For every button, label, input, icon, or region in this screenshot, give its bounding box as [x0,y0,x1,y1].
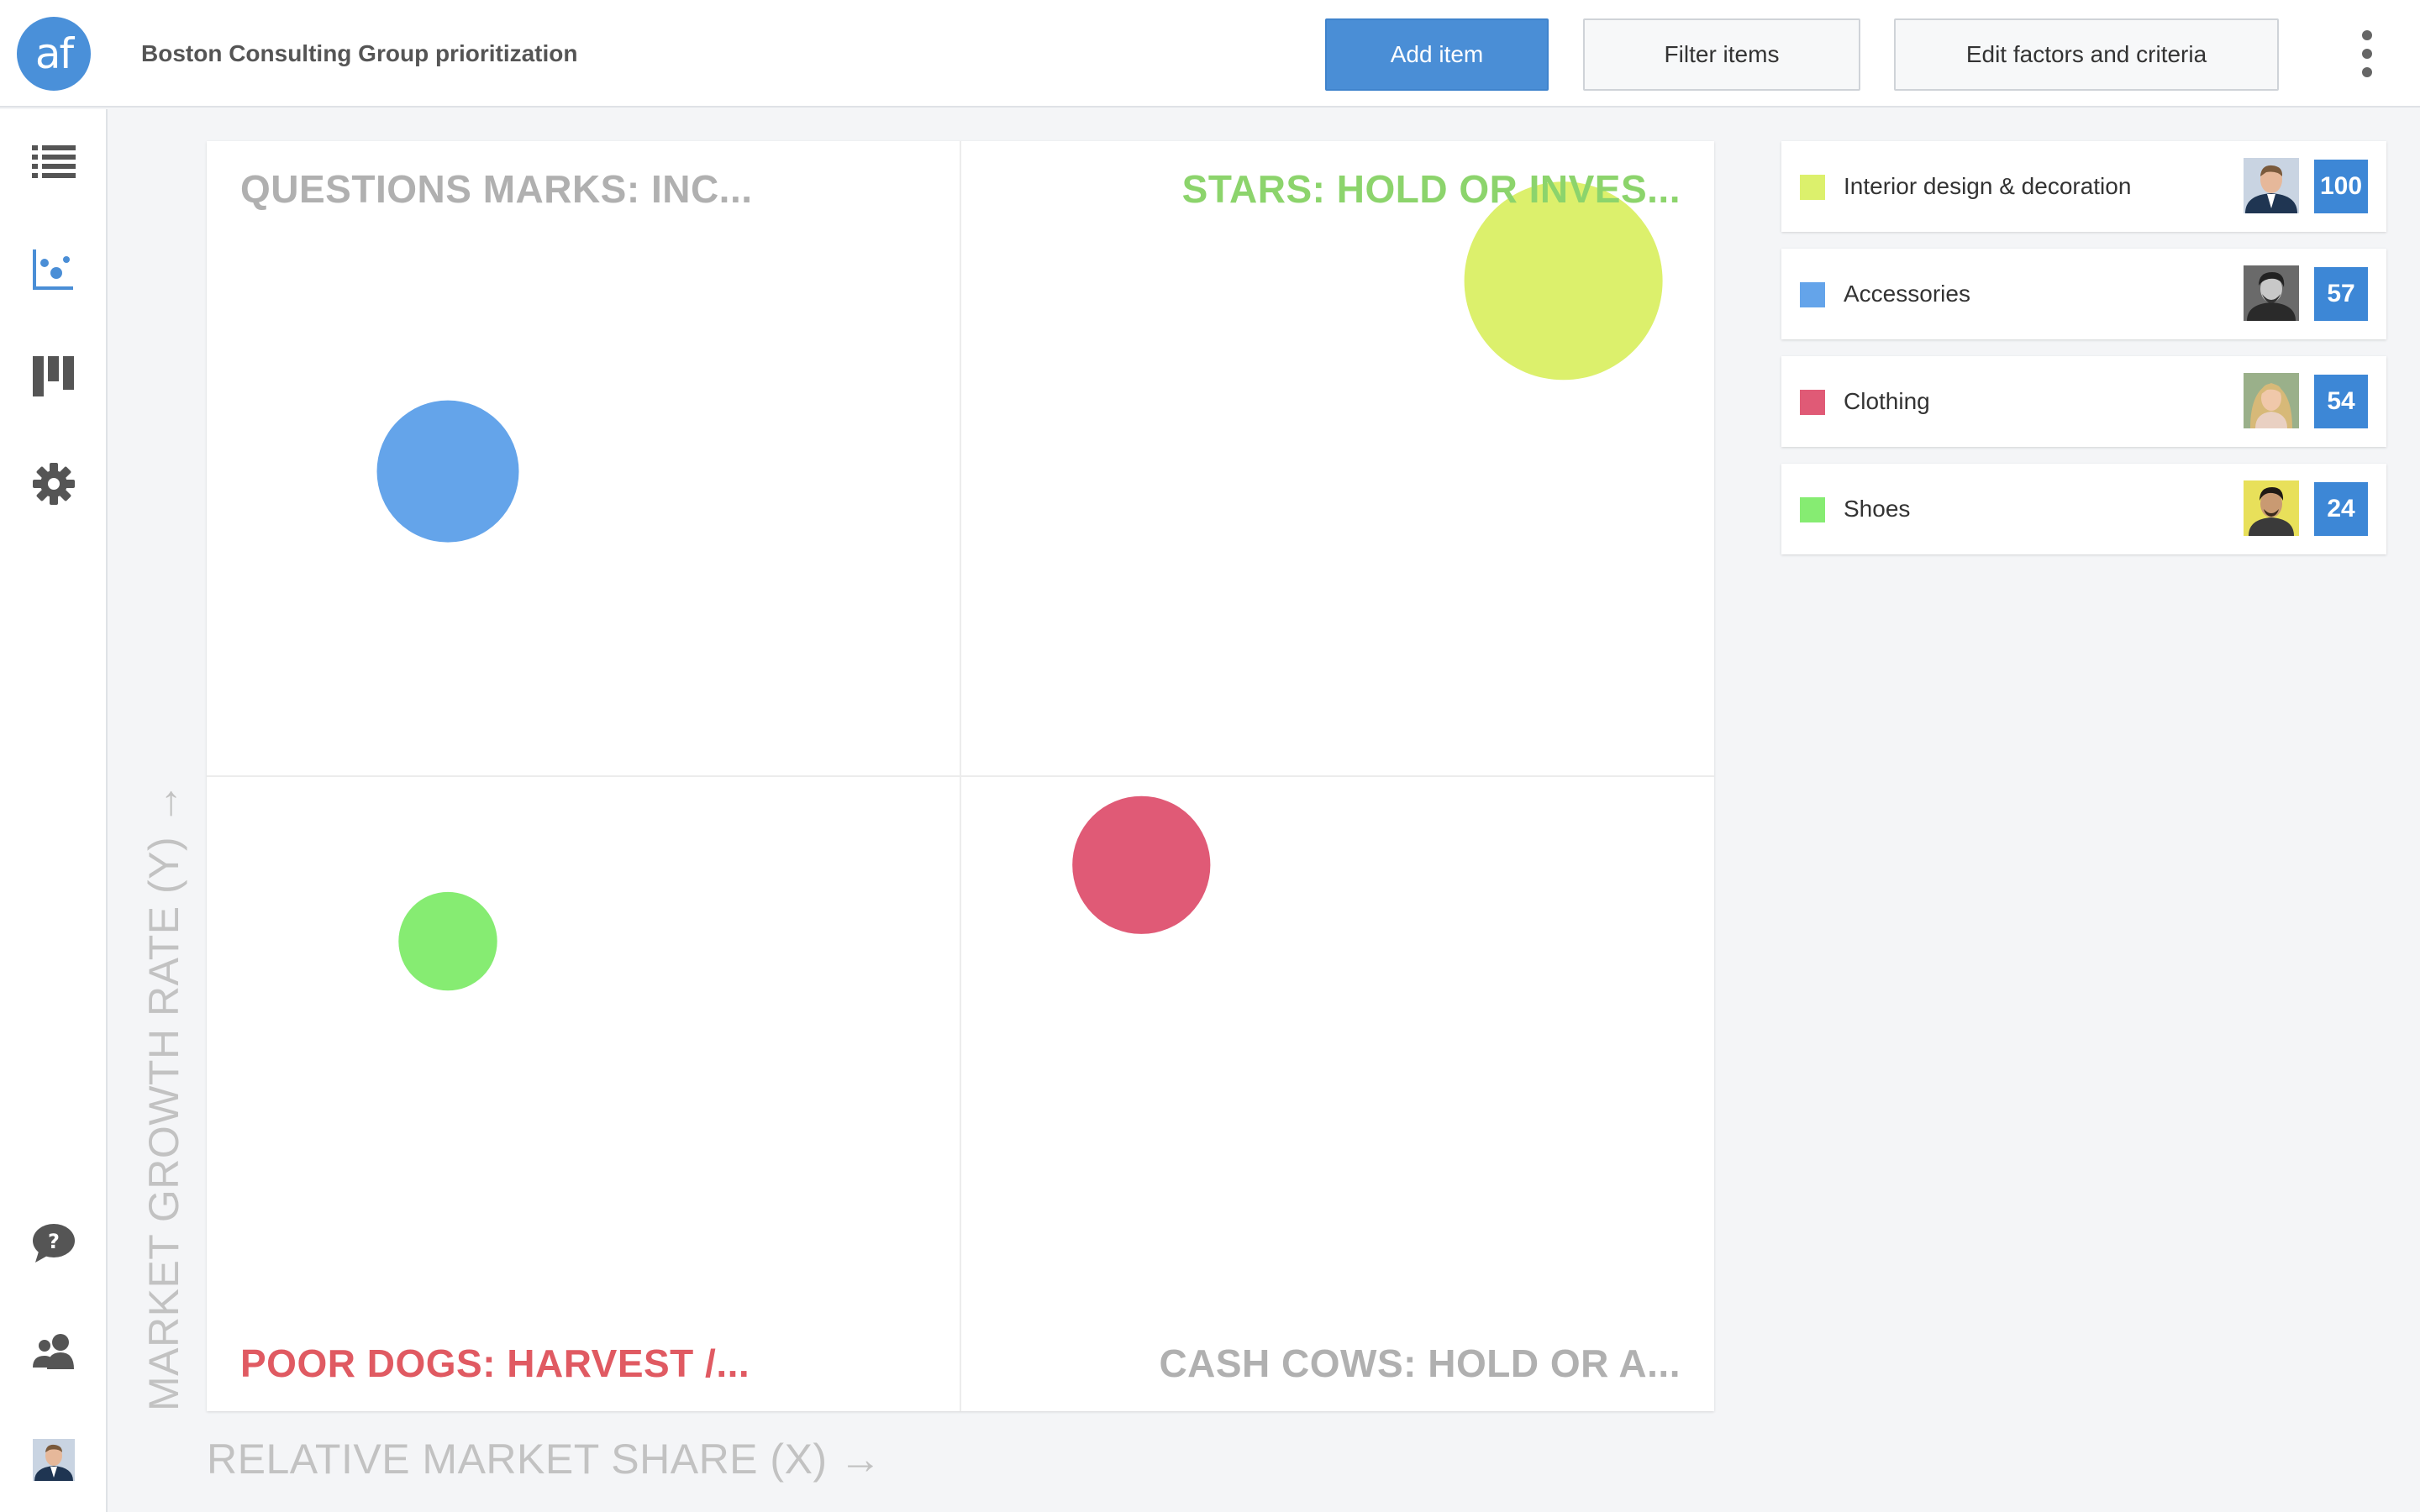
item-label: Interior design & decoration [1844,173,2132,199]
score-badge: 100 [2314,160,2368,213]
quadrant-question-marks: QUESTIONS MARKS: INC... [240,167,753,211]
color-swatch [1800,282,1825,307]
gear-icon[interactable] [29,459,79,509]
more-menu-icon[interactable] [2354,27,2380,81]
edit-factors-button[interactable]: Edit factors and criteria [1894,18,2279,91]
scatter-chart-icon[interactable] [29,244,79,294]
item-list: Interior design & decoration 100 Accesso… [1781,141,2386,571]
x-axis-label: RELATIVE MARKET SHARE (X) → [207,1436,882,1483]
svg-text:?: ? [48,1230,60,1253]
quadrant-poor-dogs: POOR DOGS: HARVEST /... [240,1341,750,1385]
sidebar: ? [0,109,108,1512]
filter-items-button[interactable]: Filter items [1583,18,1860,91]
quadrant-cash-cows: CASH COWS: HOLD OR A... [1159,1341,1681,1385]
list-item[interactable]: Accessories 57 [1781,249,2386,339]
item-label: Accessories [1844,281,1970,307]
list-item[interactable]: Shoes 24 [1781,464,2386,554]
top-bar: af Boston Consulting Group prioritizatio… [0,0,2420,108]
score-badge: 57 [2314,267,2368,321]
add-item-button[interactable]: Add item [1325,18,1549,91]
item-label: Shoes [1844,496,1911,522]
score-badge: 54 [2314,375,2368,428]
avatar [2244,265,2299,321]
users-icon[interactable] [29,1326,79,1376]
y-axis-label: MARKET GROWTH RATE (Y) → [140,781,187,1411]
list-icon[interactable] [29,136,79,186]
score-badge: 24 [2314,482,2368,536]
list-item[interactable]: Interior design & decoration 100 [1781,141,2386,232]
color-swatch [1800,175,1825,200]
avatar-icon[interactable] [29,1435,79,1485]
list-item[interactable]: Clothing 54 [1781,356,2386,447]
columns-icon[interactable] [29,351,79,402]
color-swatch [1800,390,1825,415]
item-label: Clothing [1844,388,1930,414]
help-bubble-icon[interactable]: ? [29,1218,79,1268]
bubble-shoes[interactable] [398,891,497,991]
avatar [2244,158,2299,213]
page-title: Boston Consulting Group prioritization [141,40,578,66]
quadrant-stars: STARS: HOLD OR INVES... [1181,167,1681,211]
avatar [2244,373,2299,428]
bcg-matrix-chart: QUESTIONS MARKS: INC... STARS: HOLD OR I… [207,141,1714,1411]
color-swatch [1800,497,1825,522]
chart-canvas [207,141,1714,1411]
avatar [2244,480,2299,536]
bubble-accessories[interactable] [376,400,519,543]
bubble-clothing[interactable] [1072,795,1211,934]
app-logo[interactable]: af [17,17,91,91]
